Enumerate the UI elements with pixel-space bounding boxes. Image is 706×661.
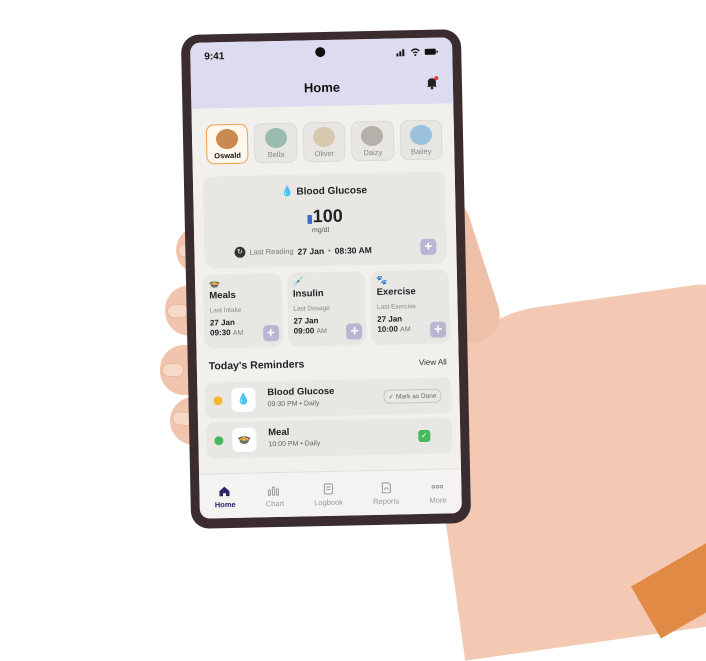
add-exercise-button[interactable]: + xyxy=(430,321,446,337)
meal-icon: 🍲 xyxy=(209,278,220,289)
bell-icon[interactable] xyxy=(425,76,439,90)
avatar xyxy=(361,126,383,146)
pet-tab-daizy[interactable]: Daizy xyxy=(351,121,394,162)
card-subtitle: Last Dosage xyxy=(293,304,360,312)
reports-icon xyxy=(380,480,392,494)
glucose-unit: mg/dl xyxy=(312,227,329,234)
chart-icon xyxy=(267,482,281,496)
battery-icon xyxy=(424,48,438,56)
add-glucose-button[interactable]: + xyxy=(420,239,436,255)
last-reading: ↻ Last Reading 27 Jan • 08:30 AM xyxy=(234,244,372,258)
pet-tab-oswald[interactable]: Oswald xyxy=(206,124,249,165)
reminders-title: Today's Reminders xyxy=(209,358,305,372)
card-subtitle: Last Intake xyxy=(210,306,277,314)
phone-screen: 9:41 Home Oswald xyxy=(190,37,462,518)
nav-home[interactable]: Home xyxy=(214,483,235,508)
pet-name: Daizy xyxy=(363,148,382,157)
page-title: Home xyxy=(304,79,340,95)
paw-icon: 🐾 xyxy=(376,275,387,286)
glucose-title: 💧 Blood Glucose xyxy=(203,183,445,199)
status-icons xyxy=(396,48,438,57)
more-icon xyxy=(431,479,445,493)
card-title: Meals xyxy=(209,289,276,301)
summary-cards: 🍲 Meals Last Intake 27 Jan09:30 AM + 💉 I… xyxy=(203,269,450,348)
check-circle-icon: ✓ xyxy=(388,393,394,401)
pet-selector: Oswald Bella Oliver Daizy Bailey xyxy=(197,103,448,170)
nav-logbook[interactable]: Logbook xyxy=(314,481,343,507)
avatar xyxy=(264,128,286,148)
home-icon xyxy=(219,484,231,498)
pet-tab-bella[interactable]: Bella xyxy=(254,123,297,164)
logbook-icon xyxy=(322,481,334,495)
pet-name: Bella xyxy=(268,150,285,159)
nav-chart[interactable]: Chart xyxy=(265,482,284,507)
reminder-title: Meal xyxy=(268,427,289,438)
card-title: Insulin xyxy=(293,287,360,299)
pending-dot-icon xyxy=(213,396,222,405)
refresh-icon: ↻ xyxy=(234,247,245,258)
meals-card[interactable]: 🍲 Meals Last Intake 27 Jan09:30 AM + xyxy=(203,273,283,349)
reminder-title: Blood Glucose xyxy=(267,386,334,398)
reminder-schedule: 10:00 PM • Daily xyxy=(268,440,320,448)
card-title: Exercise xyxy=(377,286,444,298)
camera-icon xyxy=(315,47,325,57)
nav-more[interactable]: More xyxy=(429,479,447,504)
avatar xyxy=(313,127,335,147)
app-header: Home xyxy=(191,65,454,108)
pet-tab-oliver[interactable]: Oliver xyxy=(303,122,346,163)
meal-icon: 🍲 xyxy=(232,427,256,451)
main-content: Oswald Bella Oliver Daizy Bailey xyxy=(191,103,461,474)
insulin-card[interactable]: 💉 Insulin Last Dosage 27 Jan09:00 AM + xyxy=(287,271,367,347)
bottom-navigation: Home Chart Logbook Reports More xyxy=(199,468,462,518)
blood-drop-icon: 💧 xyxy=(281,187,294,198)
glucose-value: ▮100 xyxy=(203,203,445,229)
pet-name: Oswald xyxy=(214,151,241,161)
avatar xyxy=(410,125,432,145)
avatar xyxy=(216,129,238,149)
pet-name: Oliver xyxy=(314,149,334,158)
phone-frame: 9:41 Home Oswald xyxy=(181,29,471,529)
reminder-item[interactable]: 🍲 Meal 10:00 PM • Daily ✓ xyxy=(206,417,453,458)
status-time: 9:41 xyxy=(204,51,224,62)
done-check-icon xyxy=(214,436,223,445)
syringe-icon: 💉 xyxy=(293,276,304,287)
reminder-item[interactable]: 💧 Blood Glucose 09:30 PM • Daily ✓ Mark … xyxy=(205,377,452,418)
completed-check-icon: ✓ xyxy=(418,430,430,442)
signal-icon xyxy=(396,48,406,56)
pet-tab-bailey[interactable]: Bailey xyxy=(399,120,442,161)
mark-as-done-button[interactable]: ✓ Mark as Done xyxy=(383,389,441,404)
reminders-header: Today's Reminders View All xyxy=(202,343,453,378)
blood-glucose-card[interactable]: 💧 Blood Glucose ▮100 mg/dl ↻ Last Readin… xyxy=(203,171,447,268)
view-all-link[interactable]: View All xyxy=(419,357,447,367)
add-insulin-button[interactable]: + xyxy=(346,323,362,339)
pet-name: Bailey xyxy=(411,147,432,156)
blood-drop-icon: 💧 xyxy=(231,388,255,412)
wifi-icon xyxy=(410,48,420,56)
reminder-schedule: 09:30 PM • Daily xyxy=(268,400,320,408)
exercise-card[interactable]: 🐾 Exercise Last Exercise 27 Jan10:00 AM … xyxy=(370,269,450,345)
add-meal-button[interactable]: + xyxy=(263,325,279,341)
nav-reports[interactable]: Reports xyxy=(373,480,400,506)
card-subtitle: Last Exercise xyxy=(377,303,444,311)
